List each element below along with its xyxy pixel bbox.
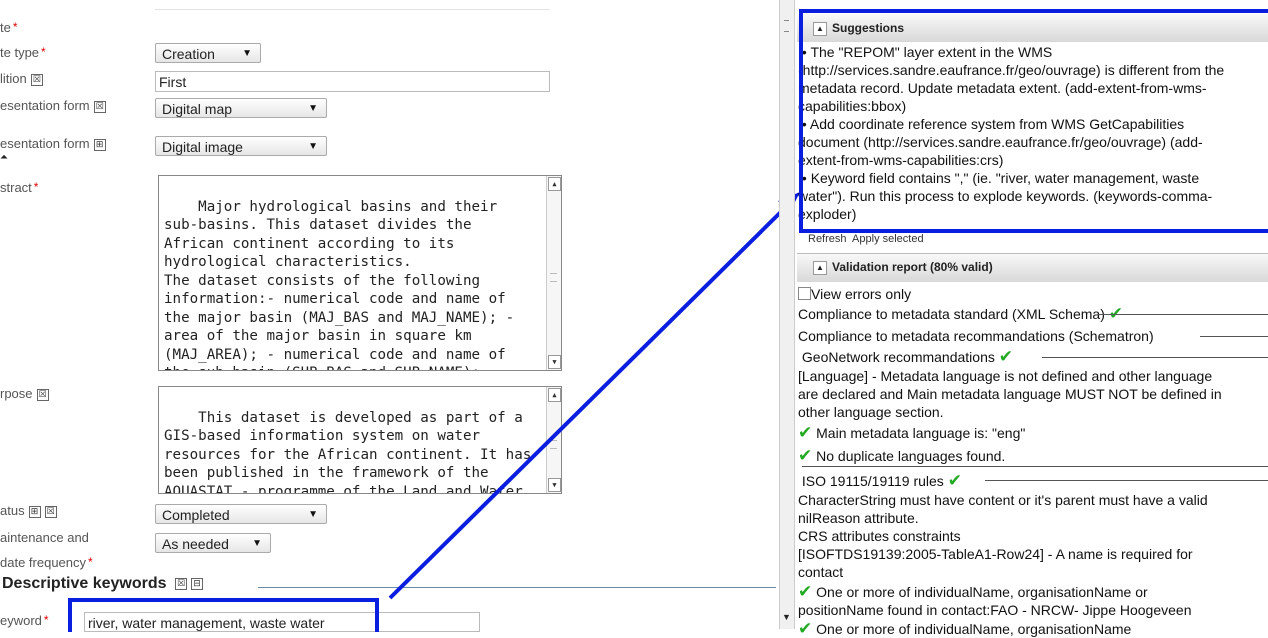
apply-selected-link[interactable]: Apply selected: [852, 233, 924, 245]
check-icon: ✔: [947, 471, 962, 490]
rule: [1200, 336, 1268, 337]
pane-splitter[interactable]: ▼: [779, 0, 795, 629]
view-errors-only[interactable]: View errors only: [798, 285, 911, 303]
check-icon: ✔: [798, 423, 813, 442]
crs-constraints: CRS attributes constraints: [798, 528, 961, 544]
geonetwork-result: GeoNetwork recommandations ✔: [801, 347, 1014, 366]
language-error: [Language] - Metadata language is not de…: [798, 368, 1222, 420]
rule: [1042, 357, 1268, 358]
schematron-result: Compliance to metadata recommandations (…: [798, 328, 1154, 344]
contact-result-2: ✔ One or more of individualName, organis…: [798, 619, 1132, 638]
refresh-link[interactable]: Refresh: [808, 233, 847, 245]
scroll-down-icon[interactable]: ▼: [782, 612, 791, 622]
check-icon: ✔: [998, 347, 1014, 366]
validation-title: ▲ Validation report (80% valid): [813, 260, 993, 275]
iso-rules-result: ISO 19115/19119 rules ✔: [801, 471, 962, 490]
xml-schema-result: Compliance to metadata standard (XML Sch…: [798, 304, 1123, 323]
check-icon: ✔: [798, 582, 813, 601]
grip-icon: [784, 20, 789, 32]
isoftds-error: [ISOFTDS19139:2005-TableA1-Row24] - A na…: [798, 546, 1193, 580]
no-duplicate-result: ✔ No duplicate languages found.: [798, 446, 1006, 465]
rule: [1098, 314, 1268, 315]
main-language-result: ✔ Main metadata language is: "eng": [798, 423, 1026, 442]
view-errors-checkbox[interactable]: [798, 287, 811, 300]
rule: [802, 466, 1268, 467]
contact-result: ✔ One or more of individualName, organis…: [798, 582, 1192, 619]
rule: [985, 480, 1268, 481]
suggestions-highlight-box: [799, 9, 1268, 233]
charstring-error: CharacterString must have content or it'…: [798, 492, 1208, 526]
suggestion-actions: Refresh Apply selected: [808, 233, 924, 245]
check-icon: ✔: [798, 446, 813, 465]
collapse-icon[interactable]: ▲: [813, 260, 827, 275]
